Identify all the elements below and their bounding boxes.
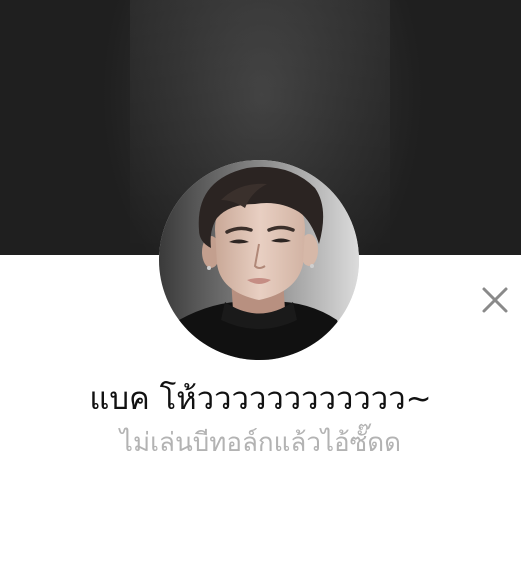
avatar[interactable] [159,160,359,360]
profile-name: แบค โห้วววววววววววว~ [89,381,432,417]
status-message: ไม่เล่นบีทอล์กแล้วไอ้ซั๊ดด [119,428,402,458]
close-icon [482,287,508,313]
avatar-portrait [159,160,359,360]
close-button[interactable] [478,283,512,317]
profile-popup: แบค โห้วววววววววววว~ ไม่เล่นบีทอล์กแล้วไ… [0,0,521,564]
